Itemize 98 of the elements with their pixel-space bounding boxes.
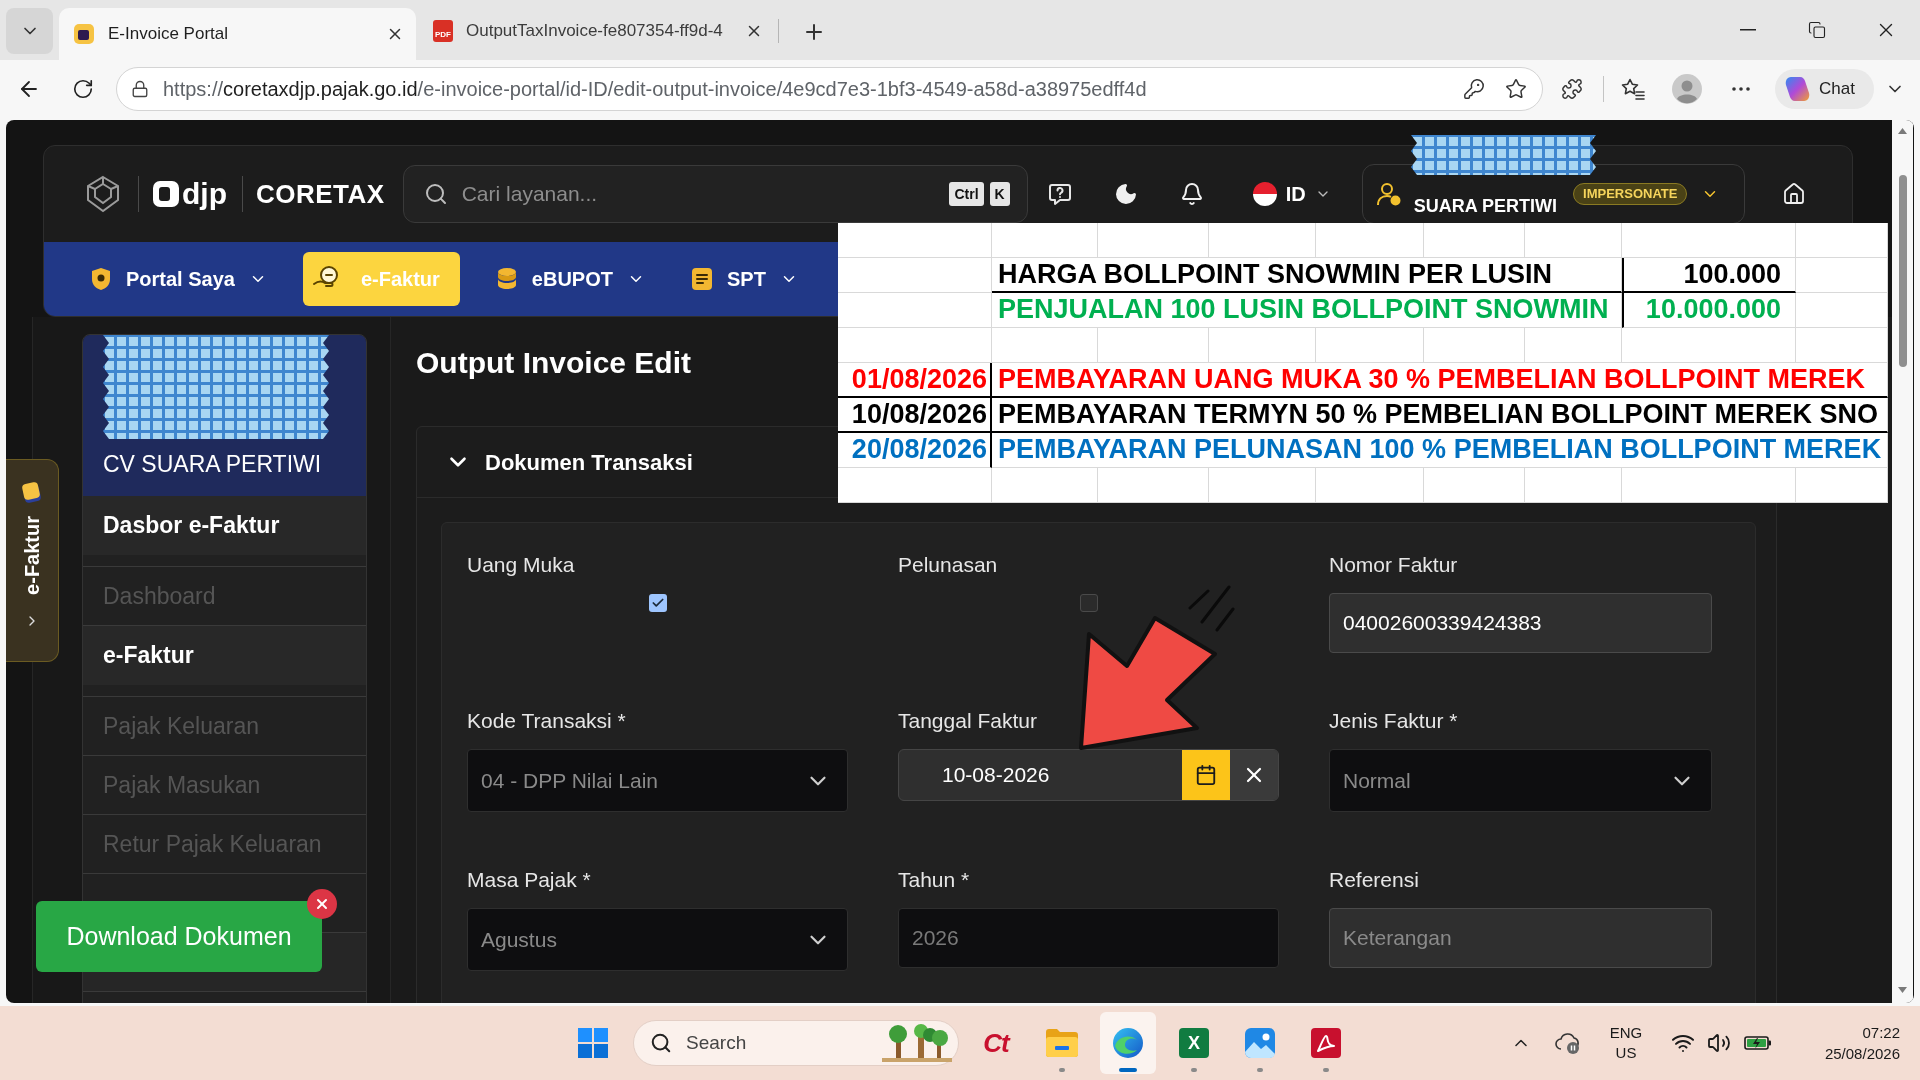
browser-tab[interactable]: E-Invoice Portal xyxy=(59,8,416,60)
user-menu[interactable]: SUARA PERTIWI IMPERSONATE xyxy=(1361,164,1745,224)
clock[interactable]: 07:22 25/08/2026 xyxy=(1790,1022,1900,1064)
checkbox[interactable] xyxy=(648,594,667,612)
lock-icon xyxy=(131,80,149,98)
browser-tab[interactable]: PDF OutputTaxInvoice-fe807354-ff9d-4 xyxy=(426,8,771,54)
calendar-icon xyxy=(1195,764,1217,786)
star-icon xyxy=(1505,78,1527,100)
spreadsheet-logo: X xyxy=(1179,1028,1209,1058)
search-icon xyxy=(650,1032,672,1054)
side-tab[interactable]: e-Faktur xyxy=(6,459,59,662)
logo-mark-icon xyxy=(153,181,179,207)
field-label: Referensi xyxy=(1329,867,1420,893)
coin-stack-icon xyxy=(495,267,518,291)
taskbar-app[interactable]: Ct xyxy=(968,1012,1024,1074)
chat-button[interactable]: Chat xyxy=(1775,69,1874,109)
product-logo-text: CORETAX xyxy=(256,181,385,207)
field-label: Tanggal Faktur xyxy=(898,708,1038,734)
company-name: CV SUARA PERTIWI xyxy=(103,449,323,479)
portal-favicon-icon xyxy=(74,24,94,44)
nav-tab[interactable]: eBUPOT xyxy=(485,252,655,306)
service-search-box[interactable]: Cari layanan... Ctrl K xyxy=(402,165,1028,223)
puzzle-icon xyxy=(1561,78,1583,100)
four-squares-icon xyxy=(578,1028,608,1058)
nav-tab[interactable]: SPT xyxy=(681,252,808,306)
sheet-cell: 01/08/2026 xyxy=(838,363,992,398)
close-icon xyxy=(314,896,330,912)
field-label: Jenis Faktur * xyxy=(1329,708,1459,734)
trees-picture-icon xyxy=(882,1024,952,1062)
sheet-cell: 100.000 xyxy=(1622,258,1796,293)
landscape-tile-icon xyxy=(1245,1028,1275,1058)
flag-icon xyxy=(1252,182,1277,206)
calendar-button[interactable] xyxy=(1182,750,1230,800)
folder-icon xyxy=(1046,1029,1078,1057)
section-header[interactable]: Dokumen Transaksi xyxy=(445,442,693,482)
reload-icon xyxy=(72,78,94,100)
tile-logo-icon xyxy=(21,482,43,504)
restore-icon xyxy=(1807,21,1826,39)
sheet-cell: PEMBAYARAN TERMYN 50 % PEMBELIAN BOLLPOINT MEREK SNO xyxy=(992,398,1888,433)
chat-logo-icon xyxy=(1783,75,1811,103)
field-label: Kode Transaksi * xyxy=(467,708,627,734)
cloud-icon xyxy=(1554,1031,1582,1055)
field-label: Nomor Faktur xyxy=(1329,552,1459,578)
scrollbar-thumb[interactable] xyxy=(1898,175,1907,367)
user-icon xyxy=(1375,181,1402,207)
service-search-input[interactable]: Cari layanan... xyxy=(461,179,762,209)
date-picker[interactable]: 10-08-2026 xyxy=(898,749,1279,801)
bell-icon xyxy=(1179,182,1204,206)
sheet-cell: HARGA BOLLPOINT SNOWMIN PER LUSIN xyxy=(992,258,1622,293)
moon-icon xyxy=(1113,182,1138,206)
more-icon xyxy=(1732,87,1750,91)
battery-icon xyxy=(1744,1035,1772,1051)
avatar-icon xyxy=(1672,74,1702,104)
document-reader-icon xyxy=(1311,1028,1341,1058)
document-icon xyxy=(691,267,713,291)
scroll-up-icon[interactable] xyxy=(1898,128,1907,134)
date-input[interactable]: 10-08-2026 xyxy=(942,760,1092,790)
page-title: Output Invoice Edit xyxy=(416,345,691,381)
url-text: https://coretaxdjp.pajak.go.id/e-invoice-portal/id-ID/edit-output-invoice/4e9cd7e3-1bf3-4549-a58d-a38975edff4d xyxy=(163,77,1147,102)
brand-logo-text: djp xyxy=(182,179,227,209)
clear-button[interactable] xyxy=(1230,750,1278,800)
shortcut-key: K xyxy=(989,182,1010,206)
field-label: Pelunasan xyxy=(898,552,999,578)
taskbar-search-input[interactable]: Search xyxy=(686,1029,836,1057)
star-list-icon xyxy=(1621,78,1645,100)
start-button[interactable] xyxy=(578,1028,608,1058)
key-icon xyxy=(1463,78,1485,100)
text-field[interactable]: 04002600339424383 xyxy=(1329,593,1712,653)
field-label: Tahun * xyxy=(898,867,971,893)
home-icon xyxy=(1781,182,1806,206)
help-button[interactable] xyxy=(1046,181,1073,207)
sheet-cell: PEMBAYARAN UANG MUKA 30 % PEMBELIAN BOLLPOINT MEREK xyxy=(992,363,1888,398)
shortcut-key: Ctrl xyxy=(949,182,984,206)
nav-tab[interactable]: Portal Saya xyxy=(80,252,277,306)
browser-logo-icon xyxy=(1112,1027,1144,1059)
address-field[interactable]: https://coretaxdjp.pajak.go.id/e-invoice-portal/id-ID/edit-output-invoice/4e9cd7e3-1bf3-4549-a58d-a38975edff4d xyxy=(116,67,1543,111)
text-field[interactable]: Keterangan xyxy=(1329,908,1712,968)
minimize-icon xyxy=(1739,29,1756,31)
taskbar-search-box[interactable]: Search xyxy=(633,1020,959,1066)
volume-icon xyxy=(1707,1031,1731,1055)
taskbar-app[interactable]: X xyxy=(1166,1012,1222,1074)
shield-icon xyxy=(90,267,112,291)
help-icon xyxy=(1047,182,1072,206)
check-icon xyxy=(650,596,665,610)
sheet-cell: 10/08/2026 xyxy=(838,398,992,433)
field-label: Masa Pajak * xyxy=(467,867,592,893)
user-name: SUARA PERTIWI xyxy=(1413,194,1558,218)
taskbar-app[interactable] xyxy=(1100,1012,1156,1074)
scroll-down-icon[interactable] xyxy=(1898,987,1907,993)
sidebar-heading: e-Faktur xyxy=(83,626,366,685)
language-button[interactable]: ID xyxy=(1252,179,1331,209)
file-type-badge: PDF xyxy=(433,20,453,42)
search-icon xyxy=(423,182,448,206)
role-badge: IMPERSONATE xyxy=(1573,183,1688,205)
checkbox[interactable] xyxy=(1079,594,1098,612)
field-label: Uang Muka xyxy=(467,552,576,578)
sidebar-heading: Dasbor e-Faktur xyxy=(83,496,366,555)
input-language-indicator[interactable]: ENG US xyxy=(1604,1023,1648,1063)
